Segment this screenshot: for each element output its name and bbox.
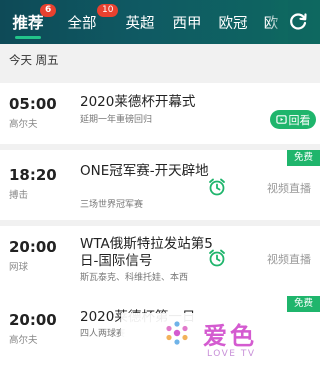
match-sport: 网球 xyxy=(9,262,29,273)
match-row[interactable]: 20:00 网球 WTA俄斯特拉发站第5日-国际信号 斯瓦泰克、科维托娃、本西 … xyxy=(0,226,320,296)
match-time: 20:00 xyxy=(9,238,57,256)
tab-la-liga[interactable]: 西甲 xyxy=(167,0,207,44)
live-video-label[interactable]: 视频直播 xyxy=(267,180,311,196)
replay-button[interactable]: 回看 xyxy=(270,110,316,129)
alarm-clock-icon[interactable] xyxy=(207,248,227,268)
tab-label: 全部 xyxy=(67,15,97,32)
match-subtitle: 延期一年重磅回归 xyxy=(80,115,153,125)
tab-premier-league[interactable]: 英超 xyxy=(120,0,160,44)
tab-label: 西甲 xyxy=(172,15,202,32)
match-time: 18:20 xyxy=(9,166,57,184)
free-badge: 免费 xyxy=(286,296,320,312)
replay-icon xyxy=(275,115,287,124)
tab-all[interactable]: 全部 10 xyxy=(62,0,119,44)
watermark-text: 爱色 xyxy=(203,322,257,350)
watermark-overlay: 爱色 LOVE TV xyxy=(121,313,320,365)
tab-champions-league[interactable]: 欧冠 xyxy=(213,0,253,44)
match-title: WTA俄斯特拉发站第5日-国际信号 xyxy=(80,236,213,269)
match-row[interactable]: 05:00 高尔夫 2020莱德杯开幕式 延期一年重磅回归 回看 xyxy=(0,83,320,144)
match-subtitle: 斯瓦泰克、科维托娃、本西 xyxy=(80,273,189,283)
watermark-subtext: LOVE TV xyxy=(207,349,256,359)
tab-label: 推荐 xyxy=(12,14,44,32)
tab-label: 欧冠 xyxy=(218,15,248,32)
replay-label: 回看 xyxy=(288,113,311,127)
match-time: 05:00 xyxy=(9,95,57,113)
match-sport: 搏击 xyxy=(9,190,29,201)
alarm-clock-icon[interactable] xyxy=(207,177,227,197)
tab-badge: 10 xyxy=(97,4,119,17)
refresh-icon[interactable] xyxy=(286,10,310,34)
match-sport: 高尔夫 xyxy=(9,119,38,130)
match-row[interactable]: 免费 18:20 搏击 ONE冠军赛-开天辟地 三场世界冠军赛 视频直播 xyxy=(0,150,320,220)
match-title: ONE冠军赛-开天辟地 xyxy=(80,163,209,179)
watermark-logo-icon xyxy=(166,321,188,345)
match-time: 20:00 xyxy=(9,311,57,329)
active-tab-indicator xyxy=(15,36,41,39)
match-subtitle: 三场世界冠军赛 xyxy=(80,200,144,210)
free-badge: 免费 xyxy=(286,150,320,166)
tab-label: 英超 xyxy=(125,15,155,32)
match-title: 2020莱德杯开幕式 xyxy=(80,94,196,110)
match-sport: 高尔夫 xyxy=(9,335,38,346)
live-video-label[interactable]: 视频直播 xyxy=(267,251,311,267)
tab-badge: 6 xyxy=(40,4,57,17)
tab-recommended[interactable]: 推荐 6 xyxy=(5,0,57,44)
tab-overflow-fade xyxy=(268,0,288,44)
date-header: 今天 周五 xyxy=(0,44,320,76)
top-nav-bar: 推荐 6 全部 10 英超 西甲 欧冠 欧 xyxy=(0,0,320,44)
